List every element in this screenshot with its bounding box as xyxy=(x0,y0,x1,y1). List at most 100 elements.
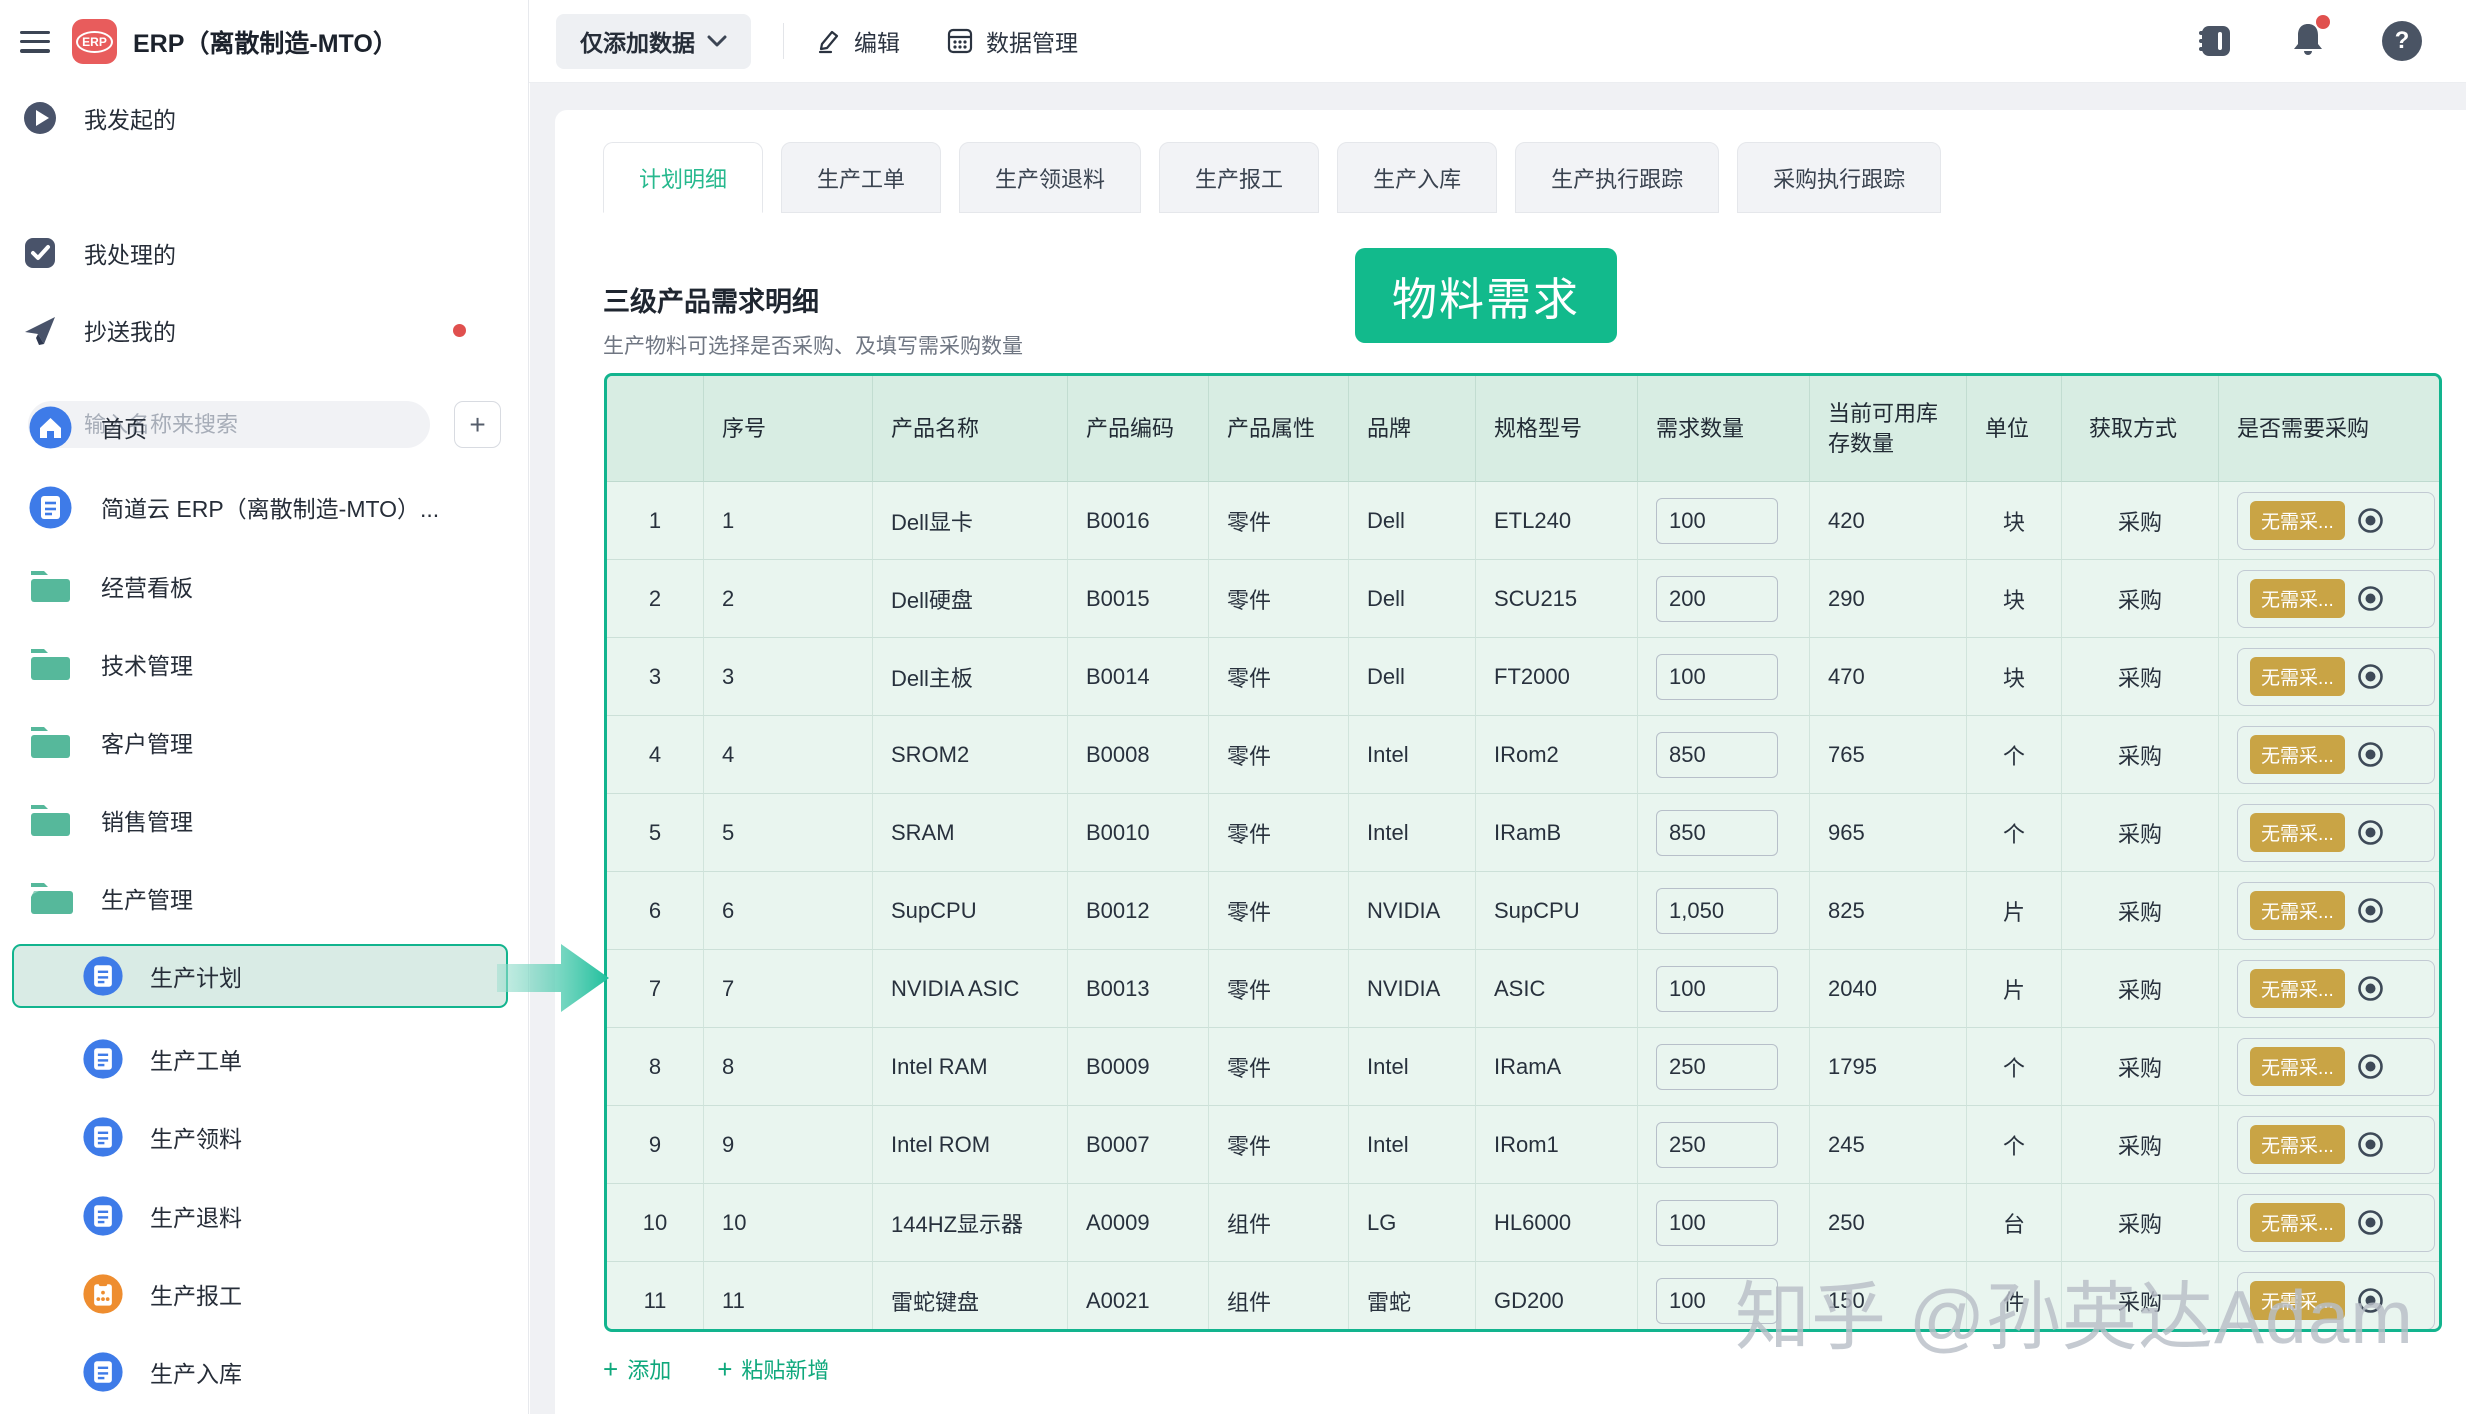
add-data-mode-label: 仅添加数据 xyxy=(580,24,695,58)
method-cell: 采购 xyxy=(2062,872,2219,950)
purchase-option[interactable]: 无需采... xyxy=(2237,882,2435,940)
row-index-cell: 4 xyxy=(607,716,704,794)
tab-purchase-tracking[interactable]: 采购执行跟踪 xyxy=(1737,142,1941,213)
method-cell: 采购 xyxy=(2062,482,2219,560)
tab-production-warehousing[interactable]: 生产入库 xyxy=(1337,142,1497,213)
purchase-badge: 无需采... xyxy=(2250,1047,2345,1086)
sidebar-item-cc-to-me[interactable]: 抄送我的 xyxy=(0,295,528,365)
edit-button[interactable]: 编辑 xyxy=(816,24,900,58)
document-icon xyxy=(82,1116,124,1158)
purchase-option[interactable]: 无需采... xyxy=(2237,1272,2435,1330)
demand-qty-input[interactable] xyxy=(1656,1122,1778,1168)
unit-cell: 台 xyxy=(1967,1184,2062,1262)
purchase-option[interactable]: 无需采... xyxy=(2237,1116,2435,1174)
app-title: ERP（离散制造-MTO） xyxy=(133,24,398,60)
sidebar-item-sales-management[interactable]: 销售管理 xyxy=(0,785,528,855)
stock-cell: 470 xyxy=(1810,638,1967,716)
purchase-badge: 无需采... xyxy=(2250,969,2345,1008)
sidebar-item-jiandaoyun-erp[interactable]: 简道云 ERP（离散制造-MTO）... xyxy=(0,472,528,542)
purchase-option[interactable]: 无需采... xyxy=(2237,726,2435,784)
callout-arrow xyxy=(497,941,609,1020)
sidebar-item-tech-management[interactable]: 技术管理 xyxy=(0,629,528,699)
tab-production-pick-return[interactable]: 生产领退料 xyxy=(959,142,1141,213)
sidebar-item-production-reporting[interactable]: 生产报工 xyxy=(0,1259,528,1329)
demand-qty-input[interactable] xyxy=(1656,498,1778,544)
header-cell: 品牌 xyxy=(1349,376,1476,482)
app-header: ERP ERP（离散制造-MTO） xyxy=(0,0,529,83)
radio-icon[interactable] xyxy=(2357,585,2384,612)
purchase-badge: 无需采... xyxy=(2250,813,2345,852)
add-row-button[interactable]: + 添加 xyxy=(603,1353,671,1385)
purchase-option[interactable]: 无需采... xyxy=(2237,1194,2435,1252)
product-attr-cell: 零件 xyxy=(1209,794,1349,872)
sidebar-item-production-return[interactable]: 生产退料 xyxy=(0,1181,528,1251)
tab-plan-detail[interactable]: 计划明细 xyxy=(603,142,763,213)
purchase-cell: 无需采... xyxy=(2219,1184,2439,1262)
purchase-option[interactable]: 无需采... xyxy=(2237,648,2435,706)
unit-cell: 个 xyxy=(1967,794,2062,872)
radio-icon[interactable] xyxy=(2357,741,2384,768)
seq-cell: 7 xyxy=(704,950,873,1028)
demand-qty-input[interactable] xyxy=(1656,1200,1778,1246)
sidebar-item-customer-management[interactable]: 客户管理 xyxy=(0,707,528,777)
radio-icon[interactable] xyxy=(2357,1287,2384,1314)
radio-icon[interactable] xyxy=(2357,507,2384,534)
demand-qty-input[interactable] xyxy=(1656,966,1778,1012)
demand-qty-cell xyxy=(1638,950,1810,1028)
demand-qty-input[interactable] xyxy=(1656,732,1778,778)
demand-qty-input[interactable] xyxy=(1656,1044,1778,1090)
demand-qty-cell xyxy=(1638,794,1810,872)
sidebar-item-production-management[interactable]: 生产管理 xyxy=(0,863,528,933)
sidebar-item-my-initiated[interactable]: 我发起的 xyxy=(0,83,528,153)
add-data-mode-button[interactable]: 仅添加数据 xyxy=(556,14,751,69)
demand-qty-input[interactable] xyxy=(1656,1278,1778,1324)
notifications-button[interactable] xyxy=(2290,20,2326,63)
radio-icon[interactable] xyxy=(2357,975,2384,1002)
side-panel-icon[interactable] xyxy=(2196,23,2234,59)
radio-icon[interactable] xyxy=(2357,1209,2384,1236)
product-name-cell: Dell主板 xyxy=(873,638,1068,716)
radio-icon[interactable] xyxy=(2357,1131,2384,1158)
demand-qty-input[interactable] xyxy=(1656,576,1778,622)
radio-icon[interactable] xyxy=(2357,1053,2384,1080)
radio-icon[interactable] xyxy=(2357,663,2384,690)
hamburger-menu-icon[interactable] xyxy=(20,31,50,53)
demand-qty-cell xyxy=(1638,482,1810,560)
sidebar-item-production-picking[interactable]: 生产领料 xyxy=(0,1102,528,1172)
demand-qty-input[interactable] xyxy=(1656,654,1778,700)
purchase-option[interactable]: 无需采... xyxy=(2237,1038,2435,1096)
demand-qty-input[interactable] xyxy=(1656,810,1778,856)
method-cell: 采购 xyxy=(2062,1184,2219,1262)
row-index-cell: 8 xyxy=(607,1028,704,1106)
purchase-cell: 无需采... xyxy=(2219,1028,2439,1106)
purchase-option[interactable]: 无需采... xyxy=(2237,804,2435,862)
purchase-badge: 无需采... xyxy=(2250,1203,2345,1242)
product-name-cell: 144HZ显示器 xyxy=(873,1184,1068,1262)
document-icon xyxy=(28,485,73,530)
tab-production-reporting[interactable]: 生产报工 xyxy=(1159,142,1319,213)
help-icon[interactable]: ? xyxy=(2382,21,2422,61)
sidebar-item-home[interactable]: 首页 xyxy=(0,392,528,462)
purchase-option[interactable]: 无需采... xyxy=(2237,960,2435,1018)
data-manage-button[interactable]: 数据管理 xyxy=(946,24,1078,58)
purchase-option[interactable]: 无需采... xyxy=(2237,570,2435,628)
sidebar-item-production-plan[interactable]: 生产计划 xyxy=(12,944,508,1008)
purchase-option[interactable]: 无需采... xyxy=(2237,492,2435,550)
clipboard-icon xyxy=(82,1273,124,1315)
unit-cell: 个 xyxy=(1967,1028,2062,1106)
sidebar-item-business-dashboard[interactable]: 经营看板 xyxy=(0,551,528,621)
table-row: 11Dell显卡B0016零件DellETL240420块采购无需采... xyxy=(607,482,2439,560)
purchase-badge: 无需采... xyxy=(2250,1281,2345,1320)
demand-qty-input[interactable] xyxy=(1656,888,1778,934)
radio-icon[interactable] xyxy=(2357,819,2384,846)
header-cell: 产品名称 xyxy=(873,376,1068,482)
tab-production-workorder[interactable]: 生产工单 xyxy=(781,142,941,213)
radio-icon[interactable] xyxy=(2357,897,2384,924)
product-code-cell: B0015 xyxy=(1068,560,1209,638)
sidebar-item-production-warehousing[interactable]: 生产入库 xyxy=(0,1337,528,1407)
tab-production-tracking[interactable]: 生产执行跟踪 xyxy=(1515,142,1719,213)
product-name-cell: SRAM xyxy=(873,794,1068,872)
sidebar-item-production-workorder[interactable]: 生产工单 xyxy=(0,1024,528,1094)
paste-add-button[interactable]: + 粘贴新增 xyxy=(717,1353,829,1385)
sidebar-item-my-processed[interactable]: 我处理的 xyxy=(0,218,528,288)
